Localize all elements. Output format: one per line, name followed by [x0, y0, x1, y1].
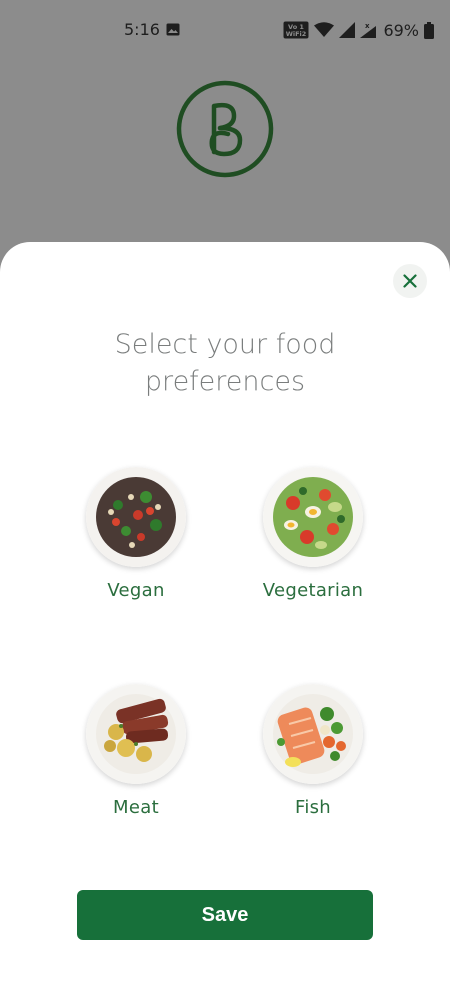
brand-logo-icon: [176, 80, 274, 178]
meat-dish-image: [86, 684, 186, 784]
vegan-dish-image: [86, 467, 186, 567]
option-fish[interactable]: Fish: [223, 684, 403, 818]
option-vegetarian[interactable]: Vegetarian: [223, 467, 403, 601]
svg-text:WiFi2: WiFi2: [286, 30, 307, 38]
signal-icon: [339, 22, 356, 38]
vegetarian-salad-image: [263, 467, 363, 567]
image-icon: [166, 23, 180, 36]
save-button[interactable]: Save: [77, 890, 373, 940]
status-bar: 5:16 Vo 1 WiFi2 x 69%: [0, 0, 450, 60]
signal-no-service-icon: x: [360, 22, 377, 38]
status-time: 5:16: [124, 20, 160, 39]
option-label: Vegan: [107, 580, 165, 601]
volte-wifi-icon: Vo 1 WiFi2: [283, 21, 309, 39]
option-vegan[interactable]: Vegan: [46, 467, 226, 601]
option-label: Vegetarian: [262, 580, 364, 601]
status-icons: Vo 1 WiFi2 x 69%: [283, 19, 434, 41]
food-options: Vegan Vegetarian Meat Fish: [0, 242, 450, 1000]
food-preferences-sheet: Select your food preferences Vegan Veget…: [0, 242, 450, 1000]
svg-text:x: x: [365, 22, 370, 30]
option-meat[interactable]: Meat: [46, 684, 226, 818]
option-label: Fish: [294, 797, 332, 818]
battery-icon: [424, 21, 434, 39]
wifi-icon: [314, 22, 335, 37]
fish-dish-image: [263, 684, 363, 784]
option-label: Meat: [113, 797, 159, 818]
battery-percent: 69%: [383, 20, 419, 40]
